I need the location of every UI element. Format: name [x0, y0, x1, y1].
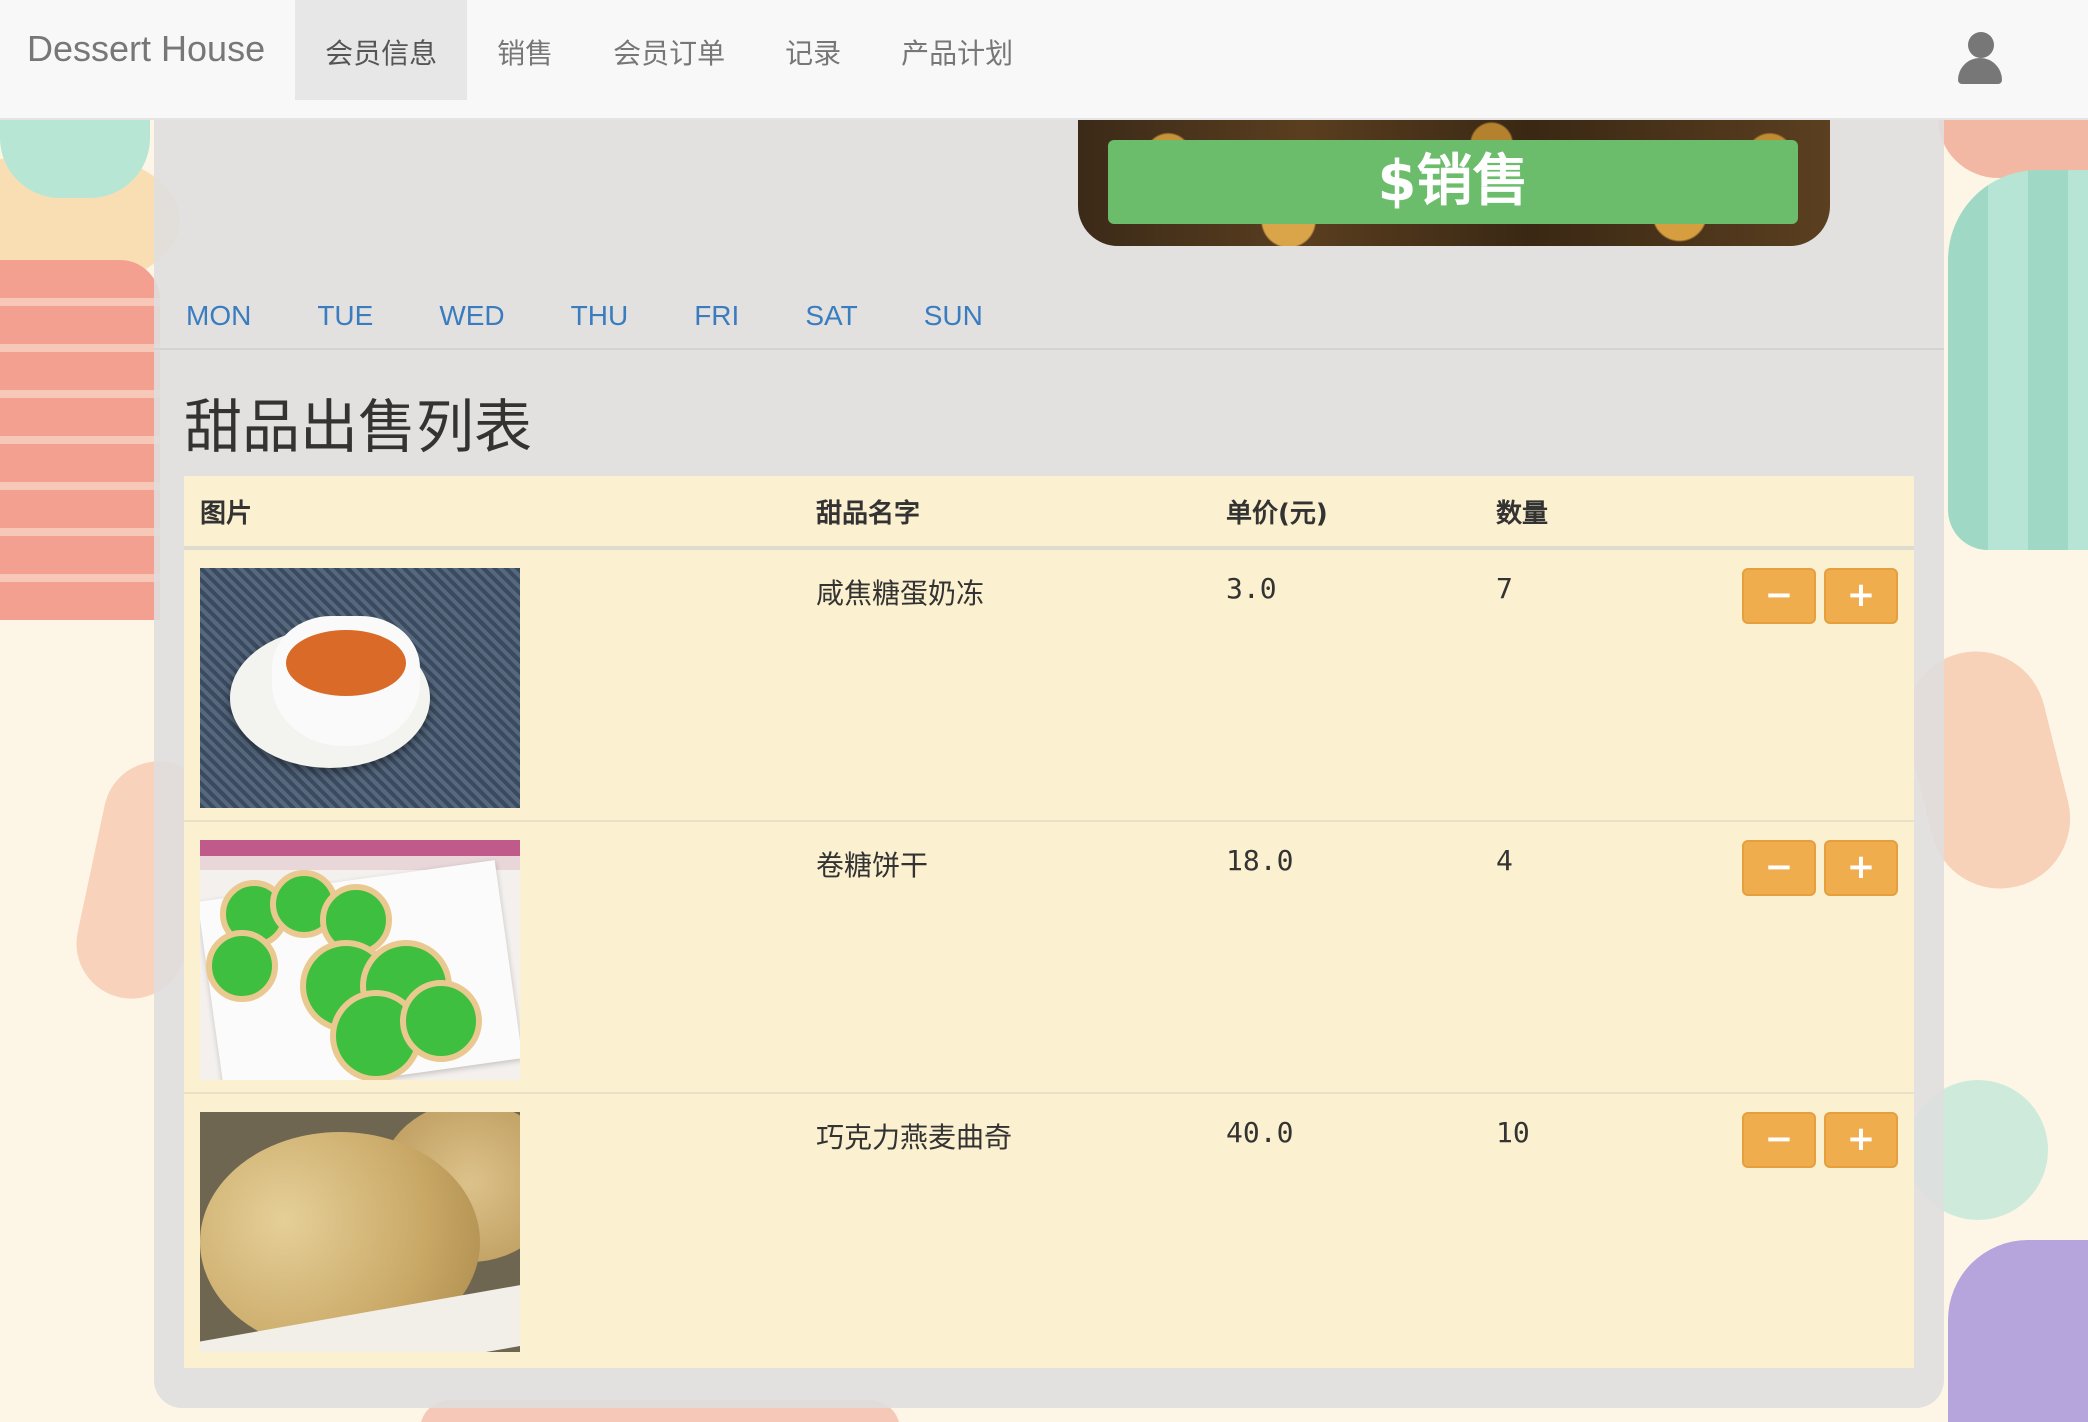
nav-menu: 会员信息 销售 会员订单 记录 产品计划 — [295, 0, 1043, 100]
nav-item-records[interactable]: 记录 — [755, 0, 871, 100]
header-qty: 数量 — [1496, 498, 1549, 529]
sale-banner: $销售 — [1078, 118, 1830, 246]
dessert-qty: 4 — [1496, 844, 1513, 877]
header-price: 单价(元) — [1226, 498, 1328, 529]
tab-sat[interactable]: SAT — [773, 284, 857, 348]
dessert-price: 3.0 — [1226, 572, 1277, 605]
nav-item-member-orders[interactable]: 会员订单 — [583, 0, 755, 100]
decrease-button[interactable]: − — [1742, 1112, 1816, 1168]
decrease-button[interactable]: − — [1742, 568, 1816, 624]
dessert-qty: 10 — [1496, 1116, 1530, 1149]
brand-logo[interactable]: Dessert House — [0, 0, 295, 70]
dessert-name: 巧克力燕麦曲奇 — [816, 1121, 1013, 1154]
sugar-cookie-photo — [200, 840, 520, 1080]
tab-sun[interactable]: SUN — [892, 284, 983, 348]
dessert-price: 18.0 — [1226, 844, 1294, 877]
decrease-button[interactable]: − — [1742, 840, 1816, 896]
header-name: 甜品名字 — [816, 498, 921, 529]
main-panel: $销售 MON TUE WED THU FRI SAT SUN 甜品出售列表 图… — [154, 118, 1944, 1408]
table-row: 巧克力燕麦曲奇 40.0 10 − + — [184, 1094, 1914, 1368]
tab-wed[interactable]: WED — [407, 284, 504, 348]
page-title: 甜品出售列表 — [184, 393, 533, 461]
dessert-qty: 7 — [1496, 572, 1513, 605]
tab-tue[interactable]: TUE — [285, 284, 373, 348]
header-image: 图片 — [200, 498, 253, 529]
dessert-table: 图片 甜品名字 单价(元) 数量 咸焦糖蛋奶冻 3.0 7 − + 卷糖饼干 1… — [184, 476, 1914, 1368]
increase-button[interactable]: + — [1824, 1112, 1898, 1168]
increase-button[interactable]: + — [1824, 568, 1898, 624]
dessert-name: 卷糖饼干 — [816, 849, 929, 882]
dessert-price: 40.0 — [1226, 1116, 1294, 1149]
table-header: 图片 甜品名字 单价(元) 数量 — [184, 476, 1914, 550]
user-icon[interactable] — [1956, 32, 2004, 84]
nav-item-sales[interactable]: 销售 — [467, 0, 583, 100]
increase-button[interactable]: + — [1824, 840, 1898, 896]
tab-thu[interactable]: THU — [539, 284, 629, 348]
salted-caramel-pudding-photo — [200, 568, 520, 808]
tab-mon[interactable]: MON — [154, 284, 251, 348]
top-navbar: Dessert House 会员信息 销售 会员订单 记录 产品计划 — [0, 0, 2088, 120]
weekday-tabs: MON TUE WED THU FRI SAT SUN — [154, 284, 1944, 350]
tab-fri[interactable]: FRI — [662, 284, 739, 348]
dessert-name: 咸焦糖蛋奶冻 — [816, 577, 985, 610]
nav-item-member-info[interactable]: 会员信息 — [295, 0, 468, 100]
sale-button[interactable]: $销售 — [1108, 140, 1798, 224]
table-row: 咸焦糖蛋奶冻 3.0 7 − + — [184, 550, 1914, 822]
chocolate-oat-cookie-photo — [200, 1112, 520, 1352]
nav-item-product-plan[interactable]: 产品计划 — [871, 0, 1043, 100]
table-row: 卷糖饼干 18.0 4 − + — [184, 822, 1914, 1094]
